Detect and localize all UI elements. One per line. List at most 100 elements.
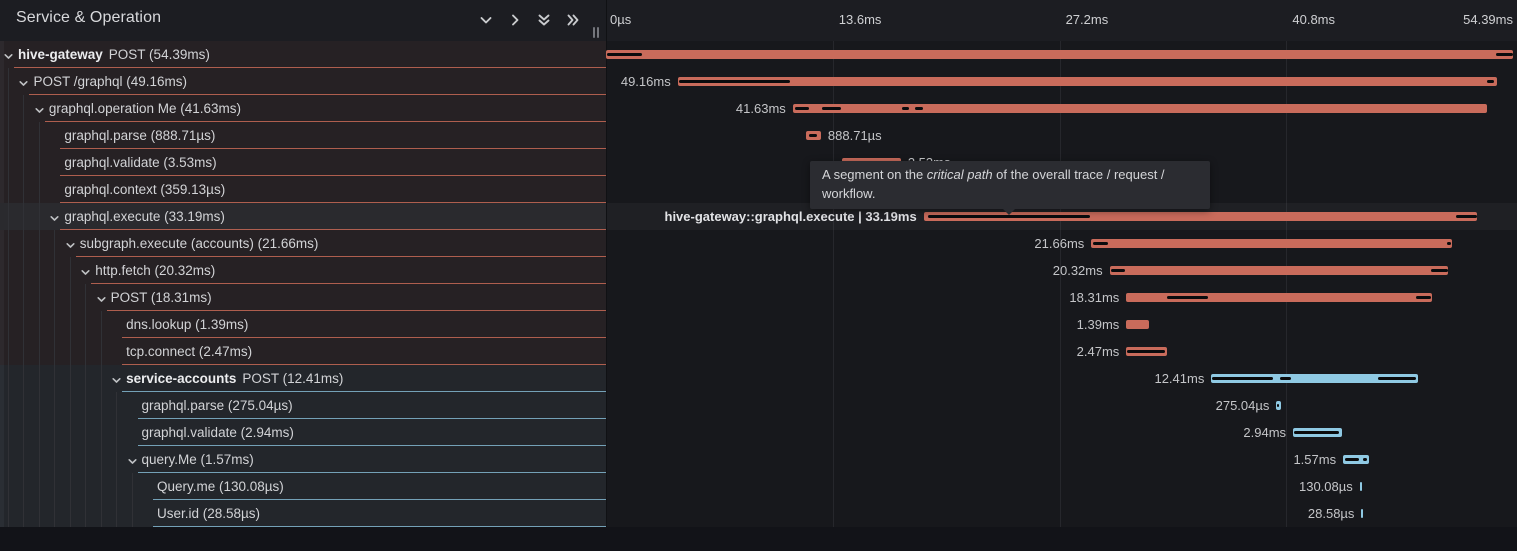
time-axis-tick: 0µs xyxy=(610,12,631,27)
span-name-label[interactable]: hive-gatewayPOST (54.39ms) xyxy=(18,41,210,68)
critical-path-segment xyxy=(1212,377,1273,380)
span-bar[interactable] xyxy=(1091,239,1452,248)
span-duration-label: 21.66ms xyxy=(1034,230,1084,257)
span-duration-label: 1.39ms xyxy=(1077,311,1120,338)
service-name: service-accounts xyxy=(126,371,236,386)
span-bar[interactable] xyxy=(1360,482,1362,491)
span-row[interactable] xyxy=(0,500,606,527)
span-duration-label: 1.57ms xyxy=(1293,446,1336,473)
critical-path-segment xyxy=(1167,296,1208,299)
span-name-label[interactable]: http.fetch (20.32ms) xyxy=(95,257,215,284)
span-row[interactable] xyxy=(0,311,606,338)
critical-path-segment xyxy=(822,107,841,110)
critical-path-segment xyxy=(1447,242,1451,245)
chevron-down-icon[interactable] xyxy=(96,292,107,303)
span-row[interactable] xyxy=(0,284,606,311)
span-duration-label: 2.94ms xyxy=(1243,419,1286,446)
tree-indent-guide xyxy=(132,473,133,527)
span-bar[interactable] xyxy=(606,50,1513,59)
span-name-label[interactable]: graphql.validate (3.53ms) xyxy=(64,149,216,176)
span-bar[interactable] xyxy=(793,104,1487,113)
span-bar[interactable] xyxy=(1126,320,1149,329)
time-axis-tick: 27.2ms xyxy=(1066,12,1109,27)
span-duration-label: 18.31ms xyxy=(1069,284,1119,311)
chevron-down-icon[interactable] xyxy=(3,49,14,60)
span-duration-label: 20.32ms xyxy=(1053,257,1103,284)
time-gridline xyxy=(833,41,834,527)
trace-timeline-panel: Service & Operation hive-gatewayPOST (54… xyxy=(0,0,1517,551)
critical-path-segment xyxy=(1431,269,1447,272)
span-bar[interactable] xyxy=(1110,266,1449,275)
critical-path-segment xyxy=(795,107,809,110)
span-row[interactable] xyxy=(0,446,606,473)
tree-indent-guide xyxy=(116,392,117,527)
time-gridline xyxy=(1286,41,1287,527)
tree-indent-guide xyxy=(54,230,55,527)
span-name-label[interactable]: graphql.validate (2.94ms) xyxy=(142,419,294,446)
span-name-label[interactable]: service-accountsPOST (12.41ms) xyxy=(126,365,343,392)
critical-path-tooltip: A segment on the critical path of the ov… xyxy=(810,161,1210,209)
span-name-label[interactable]: POST /graphql (49.16ms) xyxy=(33,68,187,95)
chevron-down-icon[interactable] xyxy=(49,211,60,222)
span-row[interactable] xyxy=(0,392,606,419)
span-row[interactable] xyxy=(0,473,606,500)
tooltip-text-before: A segment on the xyxy=(822,167,927,182)
span-name-label[interactable]: Query.me (130.08µs) xyxy=(157,473,284,500)
critical-path-segment xyxy=(679,80,790,83)
critical-path-segment xyxy=(1345,458,1360,461)
span-name-label[interactable]: POST (18.31ms) xyxy=(111,284,212,311)
time-axis-tick: 40.8ms xyxy=(1292,12,1335,27)
tree-indent-guide xyxy=(85,284,86,527)
tree-indent-guide xyxy=(39,122,40,527)
tree-indent-guide xyxy=(101,311,102,527)
tooltip-text-italic: critical path xyxy=(927,167,993,182)
span-name-label[interactable]: graphql.execute (33.19ms) xyxy=(64,203,225,230)
critical-path-segment xyxy=(1294,431,1339,434)
span-duration-label: 41.63ms xyxy=(736,95,786,122)
chevron-down-icon[interactable] xyxy=(80,265,91,276)
critical-path-segment xyxy=(1093,242,1107,245)
time-axis-tick: 54.39ms xyxy=(1463,12,1513,27)
chevron-down-icon[interactable] xyxy=(65,238,76,249)
tree-indent-guide xyxy=(23,95,24,527)
span-name-label[interactable]: graphql.parse (275.04µs) xyxy=(142,392,293,419)
critical-path-segment xyxy=(1378,377,1416,380)
critical-path-segment xyxy=(928,215,1091,218)
span-name-label[interactable]: tcp.connect (2.47ms) xyxy=(126,338,252,365)
span-duration-label: 275.04µs xyxy=(1216,392,1270,419)
critical-path-segment xyxy=(1456,215,1478,218)
tooltip-arrow xyxy=(1003,209,1015,215)
span-name-label[interactable]: graphql.operation Me (41.63ms) xyxy=(49,95,241,122)
tree-indent-guide xyxy=(8,68,9,527)
span-duration-label: 49.16ms xyxy=(621,68,671,95)
span-bar[interactable] xyxy=(1361,509,1363,518)
critical-path-segment xyxy=(607,53,642,56)
span-name-label[interactable]: subgraph.execute (accounts) (21.66ms) xyxy=(80,230,319,257)
chevron-down-icon[interactable] xyxy=(127,454,138,465)
critical-path-segment xyxy=(1280,377,1291,380)
span-bar[interactable] xyxy=(678,77,1498,86)
critical-path-segment xyxy=(1363,458,1366,461)
span-name-label[interactable]: dns.lookup (1.39ms) xyxy=(126,311,248,338)
chevron-down-icon[interactable] xyxy=(18,76,29,87)
span-duration-label: 888.71µs xyxy=(828,122,882,149)
span-row[interactable] xyxy=(0,338,606,365)
span-name-label[interactable]: User.id (28.58µs) xyxy=(157,500,260,527)
critical-path-segment xyxy=(1127,350,1165,353)
critical-path-segment xyxy=(1487,80,1494,83)
critical-path-segment xyxy=(1416,296,1431,299)
span-name-label[interactable]: query.Me (1.57ms) xyxy=(142,446,254,473)
critical-path-segment xyxy=(809,134,817,137)
span-name-label[interactable]: graphql.context (359.13µs) xyxy=(64,176,225,203)
span-name-label[interactable]: graphql.parse (888.71µs) xyxy=(64,122,215,149)
span-row[interactable] xyxy=(0,419,606,446)
span-duration-label: 12.41ms xyxy=(1154,365,1204,392)
critical-path-segment xyxy=(902,107,909,110)
chevron-down-icon[interactable] xyxy=(111,373,122,384)
tree-indent-guide xyxy=(70,257,71,527)
span-duration-label: 28.58µs xyxy=(1308,500,1355,527)
span-duration-label: 130.08µs xyxy=(1299,473,1353,500)
chevron-down-icon[interactable] xyxy=(34,103,45,114)
time-gridline xyxy=(1060,41,1061,527)
time-axis-tick: 13.6ms xyxy=(839,12,882,27)
